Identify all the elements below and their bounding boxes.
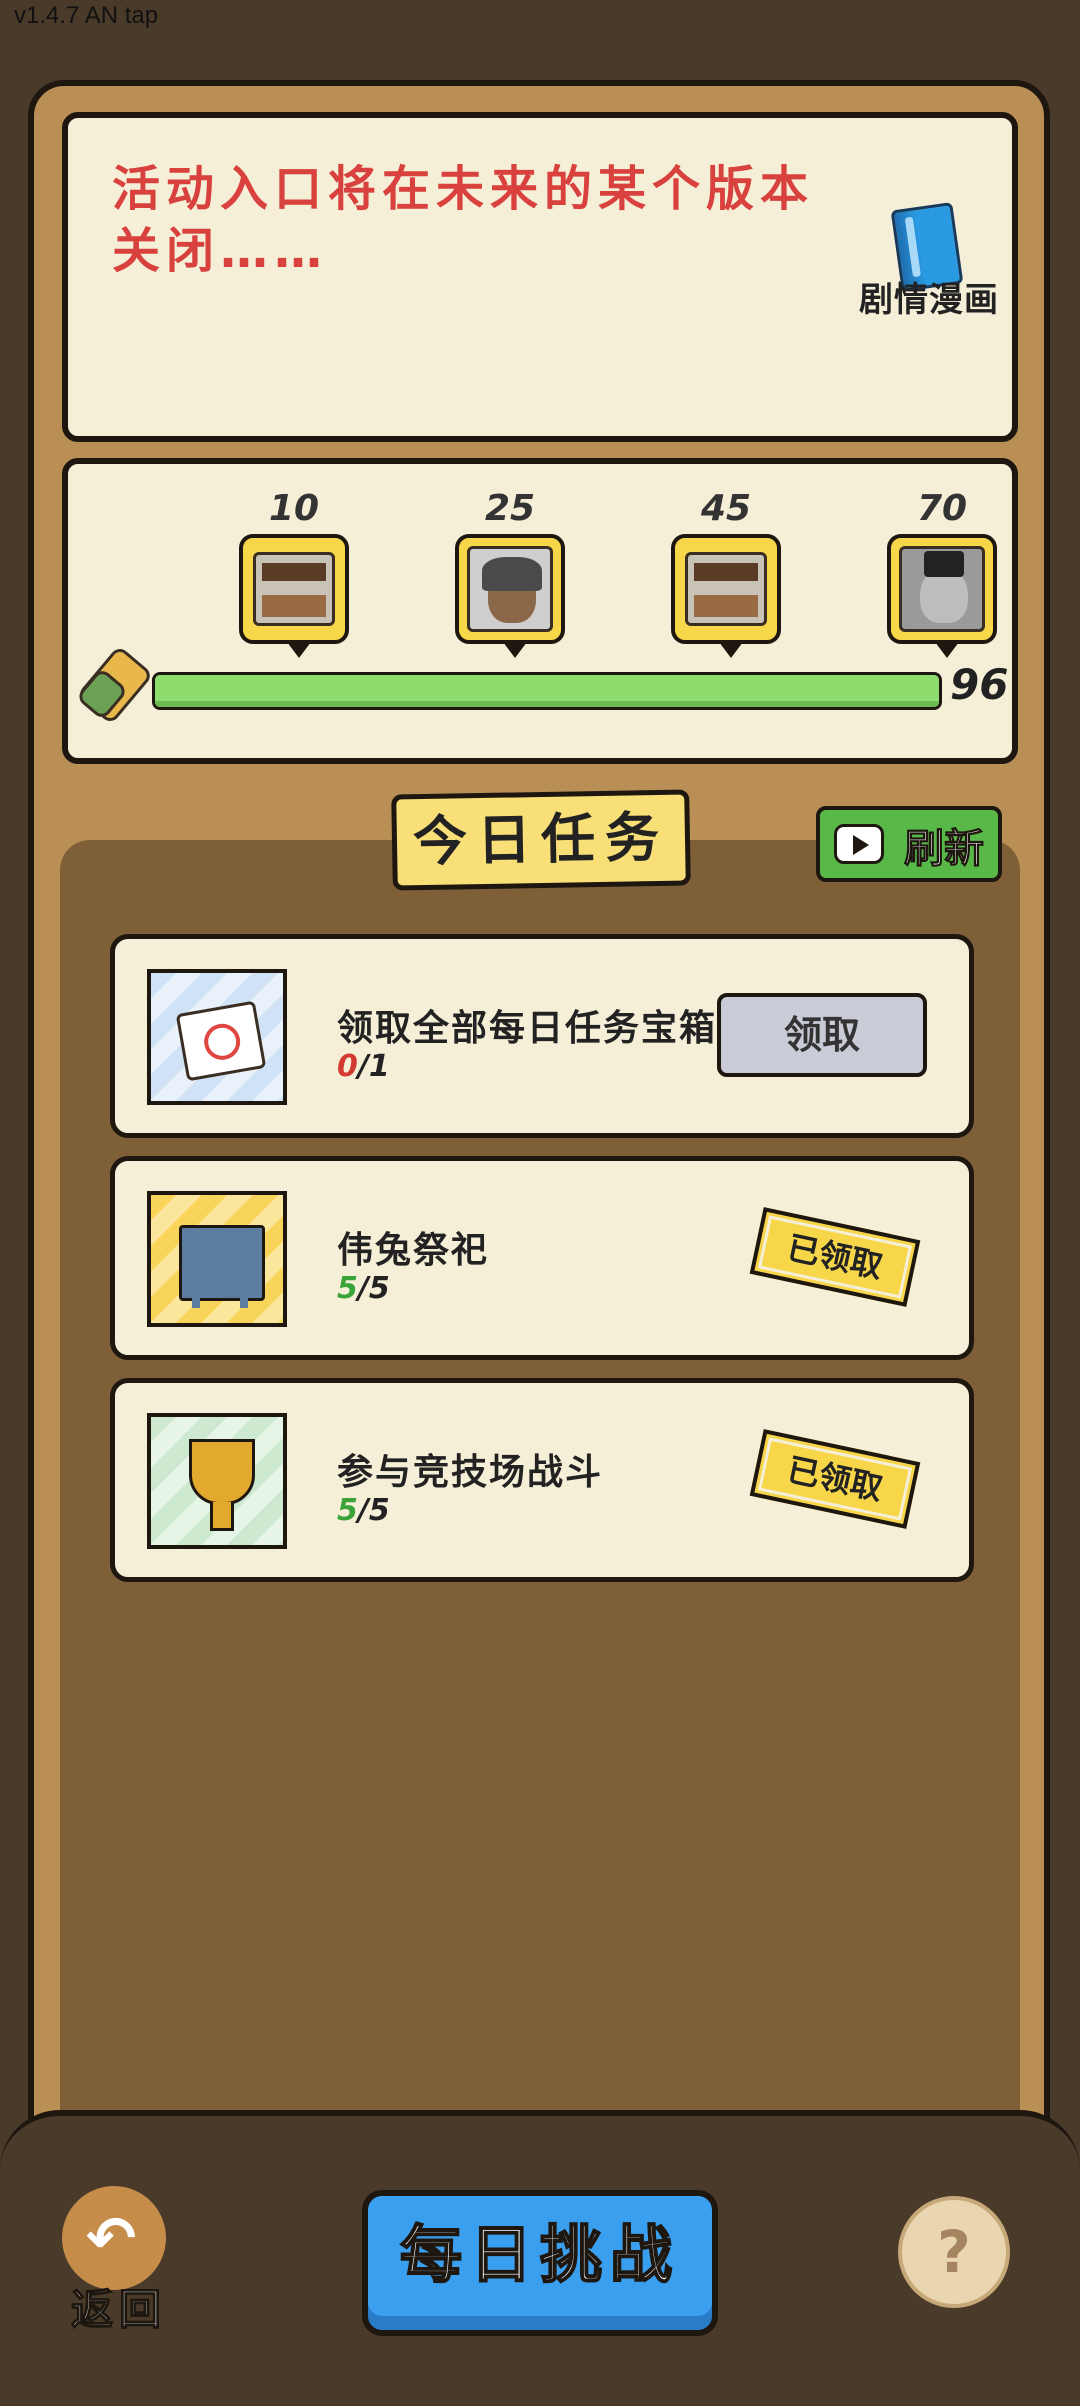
task-progress-total: /5 (357, 1493, 390, 1528)
task-name: 领取全部每日任务宝箱 (337, 1008, 718, 1049)
story-comic-button[interactable]: 剧情漫画 (854, 202, 1004, 336)
milestone-70[interactable]: 70 (882, 488, 1002, 658)
daily-tasks-title: 今日任务 (391, 789, 691, 891)
ritual-censer-icon (179, 1225, 265, 1308)
trophy-icon (189, 1439, 255, 1531)
claim-button[interactable]: 领取 (717, 993, 927, 1077)
refresh-button[interactable]: 刷新 (816, 806, 1002, 882)
claimed-stamp: 已领取 (749, 1429, 921, 1529)
milestone-reward (239, 534, 349, 658)
calendar-icon (175, 1000, 267, 1082)
milestone-value: 25 (484, 488, 536, 529)
task-name: 伟兔祭祀 (337, 1230, 490, 1271)
task-progress-done: 0 (337, 1049, 358, 1084)
task-progress: 5/5 (337, 1271, 390, 1306)
task-card: 领取全部每日任务宝箱 0/1 领取 (110, 934, 974, 1138)
task-progress: 5/5 (337, 1493, 390, 1528)
progress-bar-fill (155, 675, 939, 707)
milestone-45[interactable]: 45 (666, 488, 786, 658)
undo-arrow-icon: ↶ (86, 2204, 137, 2274)
treasure-chest-icon (685, 552, 767, 626)
task-thumbnail (147, 1413, 287, 1549)
milestone-reward (455, 534, 565, 658)
character-portrait-icon (467, 546, 553, 632)
reward-progress-card: 10 25 45 70 96 (62, 458, 1018, 764)
task-card: 参与竞技场战斗 5/5 已领取 (110, 1378, 974, 1582)
milestone-reward (671, 534, 781, 658)
help-button[interactable]: ? (898, 2196, 1010, 2308)
milestone-value: 45 (700, 488, 752, 529)
version-label: v1.4.7 AN tap (14, 2, 159, 29)
cat-portrait-icon (899, 546, 985, 632)
milestone-reward (887, 534, 997, 658)
treasure-chest-icon (253, 552, 335, 626)
claimed-stamp: 已领取 (749, 1207, 921, 1307)
task-card: 伟兔祭祀 5/5 已领取 (110, 1156, 974, 1360)
task-thumbnail (147, 1191, 287, 1327)
milestone-value: 10 (268, 488, 320, 529)
scroll-icon (75, 644, 154, 726)
task-thumbnail (147, 969, 287, 1105)
milestone-value: 70 (916, 488, 968, 529)
milestone-25[interactable]: 25 (450, 488, 570, 658)
video-play-icon (834, 824, 884, 864)
task-name: 参与竞技场战斗 (337, 1452, 604, 1493)
milestone-10[interactable]: 10 (234, 488, 354, 658)
task-progress: 0/1 (337, 1049, 390, 1084)
notice-text: 活动入口将在未来的某个版本关闭…… (112, 161, 815, 279)
refresh-label: 刷新 (904, 826, 985, 873)
task-progress-total: /5 (357, 1271, 390, 1306)
task-progress-total: /1 (357, 1049, 390, 1084)
notice-card: 活动入口将在未来的某个版本关闭…… 剧情漫画 (62, 112, 1018, 442)
progress-value: 96 (950, 660, 1009, 709)
task-progress-done: 5 (337, 1271, 358, 1306)
back-label: 返回 (70, 2284, 167, 2335)
story-comic-label: 剧情漫画 (859, 280, 999, 320)
daily-challenge-button[interactable]: 每日挑战 (362, 2190, 718, 2336)
task-progress-done: 5 (337, 1493, 358, 1528)
back-button[interactable]: ↶ 返回 (54, 2186, 184, 2336)
progress-bar (152, 672, 942, 710)
